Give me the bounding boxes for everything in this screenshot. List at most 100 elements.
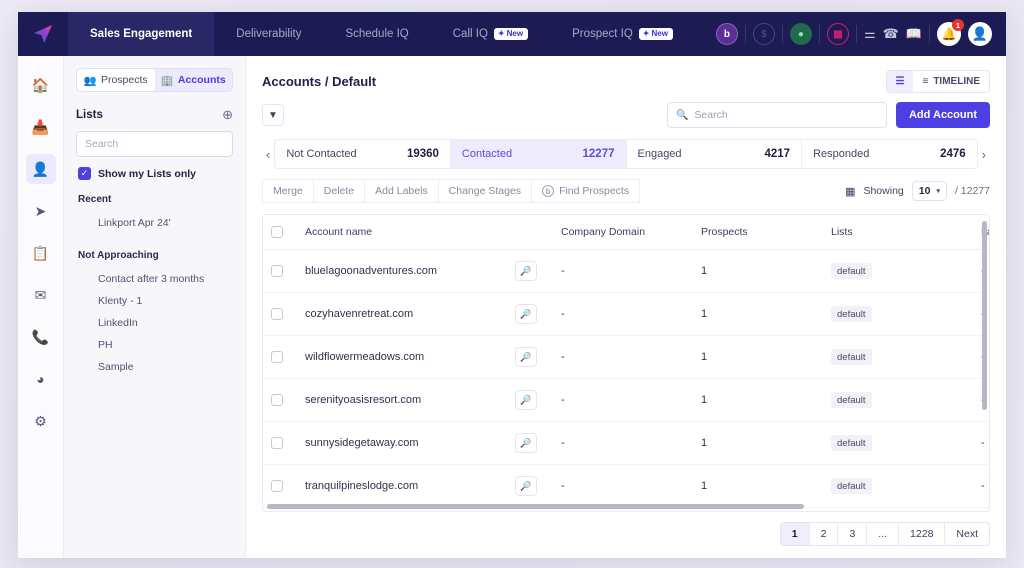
cell-prospects: 1 — [693, 378, 823, 422]
nav-item-prospect-iq[interactable]: Prospect IQ ✦ New — [550, 12, 695, 56]
stage-next-chevron-right-icon[interactable]: › — [978, 147, 990, 162]
view-list-button[interactable]: ☰ — [886, 71, 914, 92]
dollar-circle-icon[interactable]: $ — [752, 23, 775, 45]
find-prospects-icon[interactable]: 🔎 — [515, 390, 537, 410]
page-next-button[interactable]: Next — [945, 523, 989, 545]
person-circle-green-icon[interactable]: ● — [789, 23, 812, 45]
table-row[interactable]: sunnysidegetaway.com 🔎 - 1 default - — [263, 421, 989, 465]
row-checkbox[interactable] — [271, 308, 283, 320]
find-prospects-icon[interactable]: 🔎 — [515, 347, 537, 367]
row-checkbox[interactable] — [271, 351, 283, 363]
list-item[interactable]: PH — [76, 334, 233, 356]
rail-item-email-icon[interactable]: ✉ — [26, 280, 56, 310]
pagination: 1 2 3 ... 1228 Next — [246, 512, 1006, 558]
brand-logo[interactable] — [18, 12, 68, 56]
rail-item-cadence-icon[interactable]: ➤ — [26, 196, 56, 226]
page-button-1[interactable]: 1 — [780, 523, 810, 545]
nav-item-deliverability[interactable]: Deliverability — [214, 12, 323, 56]
building-icon: 🏢 — [160, 74, 174, 87]
cell-find-prospects: 🔎 — [507, 249, 553, 293]
nav-label: Call IQ — [452, 28, 488, 40]
rail-item-prospects-icon[interactable]: 👤 — [25, 154, 56, 184]
find-prospects-icon[interactable]: 🔎 — [515, 304, 537, 324]
change-stages-button[interactable]: Change Stages — [438, 179, 533, 203]
table-row[interactable]: tranquilpineslodge.com 🔎 - 1 default - — [263, 464, 989, 508]
add-labels-button[interactable]: Add Labels — [365, 179, 439, 203]
table-row[interactable]: bluelagoonadventures.com 🔎 - 1 default - — [263, 249, 989, 293]
book-icon[interactable]: 📖 — [906, 26, 922, 42]
find-prospects-icon[interactable]: 🔎 — [515, 261, 537, 281]
row-select-cell — [263, 292, 297, 336]
find-prospects-icon[interactable]: 🔎 — [515, 476, 537, 496]
delete-button[interactable]: Delete — [313, 179, 366, 203]
table-row[interactable]: cozyhavenretreat.com 🔎 - 1 default - — [263, 292, 989, 336]
rail-item-home-icon[interactable]: 🏠 — [26, 70, 56, 100]
nav-item-schedule-iq[interactable]: Schedule IQ — [323, 12, 430, 56]
cell-lists: default — [823, 249, 973, 293]
tab-accounts[interactable]: 🏢 Accounts — [154, 69, 232, 91]
notifications-button[interactable]: 🔔 1 — [937, 19, 964, 46]
row-checkbox[interactable] — [271, 265, 283, 277]
account-search-box[interactable]: 🔍 — [666, 102, 887, 128]
rail-item-inbox-icon[interactable]: 📥 — [26, 112, 56, 142]
filter-icon[interactable]: ▼ — [262, 104, 284, 126]
brand-circle-purple-icon[interactable]: b — [715, 23, 738, 45]
list-view-icon: ☰ — [895, 76, 905, 87]
add-list-plus-circle-icon[interactable]: ⊕ — [222, 107, 233, 123]
row-checkbox[interactable] — [271, 480, 283, 492]
table-horizontal-scrollbar[interactable] — [267, 504, 805, 509]
list-item[interactable]: Contact after 3 months — [76, 268, 233, 290]
page-button-3[interactable]: 3 — [838, 523, 868, 545]
stage-tab-contacted[interactable]: Contacted 12277 — [450, 140, 627, 168]
list-group-title-not-approaching: Not Approaching — [78, 250, 159, 261]
page-button-2[interactable]: 2 — [810, 523, 839, 545]
find-prospects-icon[interactable]: 🔎 — [515, 433, 537, 453]
table-row[interactable]: serenityoasisresort.com 🔎 - 1 default - — [263, 378, 989, 422]
list-item[interactable]: Klenty - 1 — [76, 290, 233, 312]
app-window: Sales Engagement Deliverability Schedule… — [18, 12, 1006, 558]
row-checkbox[interactable] — [271, 394, 283, 406]
rail-item-calls-icon[interactable]: 📞 — [26, 322, 56, 352]
nav-item-sales-engagement[interactable]: Sales Engagement — [68, 12, 215, 56]
stage-label: Responded — [813, 148, 870, 160]
chart-circle-pink-icon[interactable]: ▩ — [826, 23, 849, 45]
grid-add-icon[interactable]: ▦ — [845, 185, 855, 198]
rail-item-reports-icon[interactable]: ◕ — [26, 364, 56, 394]
stage-tab-engaged[interactable]: Engaged 4217 — [627, 140, 803, 168]
stage-prev-chevron-left-icon[interactable]: ‹ — [262, 147, 274, 162]
table-header-row: Account name Company Domain Prospects Li… — [263, 215, 989, 250]
add-account-button[interactable]: Add Account — [895, 102, 990, 128]
stage-tab-responded[interactable]: Responded 2476 — [802, 140, 977, 168]
page-button-last[interactable]: 1228 — [899, 523, 946, 545]
cell-prospects: 1 — [693, 249, 823, 293]
list-item[interactable]: Linkport Apr 24' — [76, 212, 233, 234]
search-input[interactable] — [694, 109, 878, 121]
divider — [818, 25, 820, 43]
table-row[interactable]: wildflowermeadows.com 🔎 - 1 default - — [263, 335, 989, 379]
table-vertical-scrollbar[interactable] — [982, 221, 987, 411]
find-prospects-button[interactable]: b Find Prospects — [532, 179, 641, 203]
list-tag: default — [831, 349, 872, 365]
showing-controls: ▦ Showing 10 ▾ / 12277 — [845, 181, 990, 201]
cell-labels: - — [973, 464, 989, 508]
cell-account-name: wildflowermeadows.com — [297, 335, 507, 379]
list-item[interactable]: Sample — [76, 356, 233, 378]
list-item[interactable]: LinkedIn — [76, 312, 233, 334]
tab-prospects[interactable]: 👥 Prospects — [77, 69, 155, 91]
row-checkbox[interactable] — [271, 437, 283, 449]
cell-company-domain: - — [553, 249, 693, 293]
show-my-lists-only-checkbox[interactable]: ✓ Show my Lists only — [78, 167, 233, 180]
view-timeline-button[interactable]: ≡ TIMELINE — [913, 71, 989, 92]
lists-search-input[interactable] — [76, 131, 233, 157]
headset-icon[interactable]: ☎ — [883, 26, 899, 42]
select-all-checkbox[interactable] — [271, 226, 283, 238]
nav-item-call-iq[interactable]: Call IQ ✦ New — [431, 12, 550, 56]
user-avatar[interactable]: 👤 — [968, 22, 992, 46]
merge-button[interactable]: Merge — [262, 179, 314, 203]
rail-item-tasks-icon[interactable]: 📋 — [26, 238, 56, 268]
page-size-select[interactable]: 10 ▾ — [911, 181, 947, 201]
column-lists: Lists — [823, 215, 973, 250]
stage-tab-not-contacted[interactable]: Not Contacted 19360 — [275, 140, 451, 168]
dialpad-icon[interactable]: ⚌ — [864, 26, 876, 42]
rail-item-settings-gear-icon[interactable]: ⚙ — [26, 406, 56, 436]
